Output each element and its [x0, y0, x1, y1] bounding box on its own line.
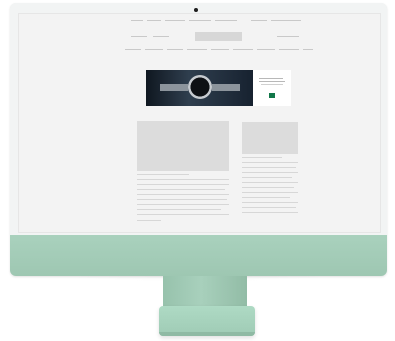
sidebar-text-line — [242, 192, 298, 193]
sidebar-text-line — [242, 197, 290, 198]
sidebar-text-line — [242, 172, 298, 173]
article-text-line — [137, 220, 161, 221]
sidebar-text-line — [242, 167, 296, 168]
article-text-line — [137, 204, 229, 205]
menu-item[interactable] — [233, 49, 253, 50]
sidebar-text-line — [242, 182, 298, 183]
watch-band — [212, 84, 240, 91]
sidebar-text-line — [242, 177, 292, 178]
menu-item[interactable] — [303, 49, 313, 50]
top-nav-link[interactable] — [189, 20, 211, 21]
article-text-line — [137, 184, 229, 185]
sidebar-text-line — [242, 212, 298, 213]
sidebar-text-line — [242, 202, 298, 203]
article-text-line — [137, 199, 227, 200]
top-nav-link[interactable] — [271, 20, 301, 21]
article-caption-line — [137, 174, 189, 175]
menu-item[interactable] — [167, 49, 183, 50]
menu-item[interactable] — [211, 49, 229, 50]
monitor-stand — [163, 276, 247, 308]
monitor-chin — [10, 235, 387, 276]
monitor-screen — [18, 13, 381, 233]
article-text-line — [137, 189, 225, 190]
header-link[interactable] — [277, 36, 299, 37]
camera-icon — [194, 8, 198, 12]
menu-item[interactable] — [187, 49, 207, 50]
monitor-bezel — [10, 3, 387, 236]
top-nav-link[interactable] — [165, 20, 185, 21]
article-text-line — [137, 209, 221, 210]
crown-logo-icon — [269, 93, 275, 98]
ad-headline-line — [259, 78, 283, 79]
watch-band — [160, 84, 188, 91]
ad-subline — [261, 84, 283, 85]
menu-item[interactable] — [257, 49, 275, 50]
header-link[interactable] — [153, 36, 169, 37]
article-text-line — [137, 214, 229, 215]
menu-item[interactable] — [279, 49, 299, 50]
monitor-foot-edge — [159, 332, 255, 336]
sidebar-heading-line — [242, 157, 282, 158]
article-text-line — [137, 179, 229, 180]
monitor-foot — [159, 306, 255, 336]
monitor — [10, 3, 387, 276]
article-hero-image[interactable] — [137, 121, 229, 171]
top-nav-link[interactable] — [131, 20, 143, 21]
site-logo[interactable] — [195, 32, 242, 41]
menu-item[interactable] — [125, 49, 141, 50]
ad-copy — [253, 70, 291, 106]
product-scene: { "scene": { "monitor_color": "#a9d1bd",… — [0, 0, 395, 341]
wristwatch-image — [146, 70, 253, 106]
ad-banner[interactable] — [146, 70, 291, 106]
sidebar-text-line — [242, 162, 298, 163]
sidebar-image[interactable] — [242, 122, 298, 154]
top-nav-link[interactable] — [147, 20, 161, 21]
ad-headline-line — [259, 81, 285, 82]
sidebar-text-line — [242, 207, 296, 208]
top-nav-link[interactable] — [215, 20, 237, 21]
sidebar-text-line — [242, 187, 294, 188]
header-link[interactable] — [131, 36, 147, 37]
top-nav-link[interactable] — [251, 20, 267, 21]
watch-face — [188, 75, 212, 99]
article-text-line — [137, 194, 229, 195]
menu-item[interactable] — [145, 49, 163, 50]
